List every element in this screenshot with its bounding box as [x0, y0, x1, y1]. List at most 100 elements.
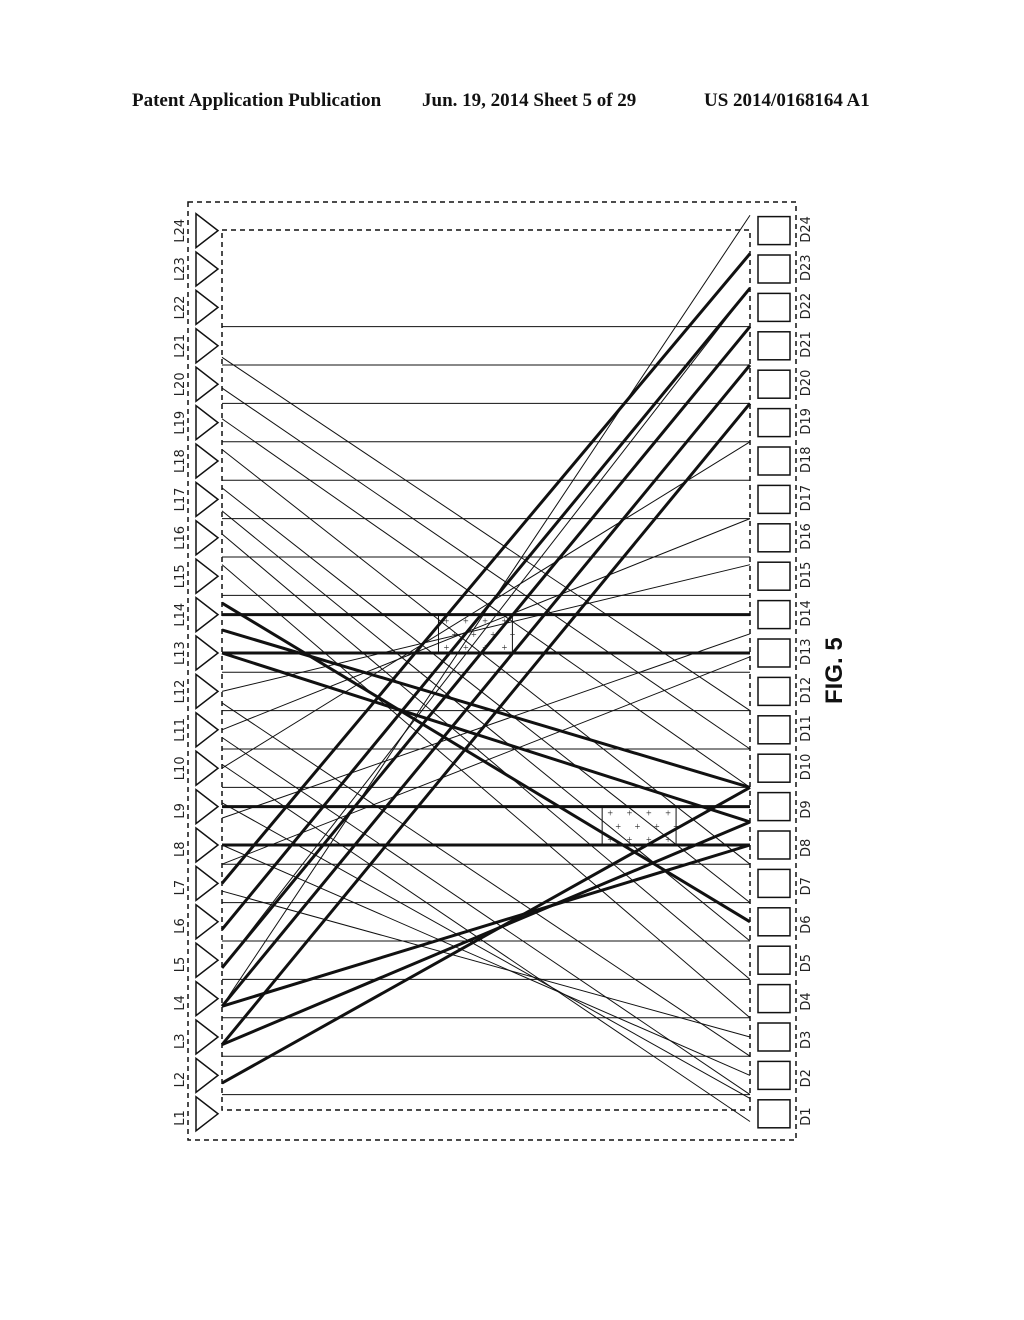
- triangle-input-icon: [195, 1095, 220, 1133]
- figure-caption: FIG. 5: [821, 637, 848, 704]
- right-output-d17: D17: [757, 484, 814, 515]
- triangle-input-icon: [195, 442, 220, 480]
- square-output-icon: [757, 215, 791, 246]
- plus-mark: +: [444, 643, 450, 654]
- triangle-input-icon: [195, 672, 220, 710]
- left-label: L14: [173, 603, 188, 627]
- left-input-l18: L18: [173, 442, 220, 480]
- left-input-l12: L12: [173, 672, 220, 710]
- right-label: D9: [799, 800, 814, 818]
- square-output-icon: [757, 561, 791, 591]
- square-output-icon: [757, 830, 791, 860]
- right-output-d11: D11: [757, 715, 814, 745]
- left-label: L13: [173, 641, 188, 665]
- right-output-d15: D15: [757, 561, 814, 591]
- left-label: L15: [173, 564, 188, 588]
- left-label: L8: [173, 841, 188, 857]
- left-input-l13: L13: [173, 634, 220, 672]
- plus-mark: +: [646, 835, 652, 846]
- right-output-d24: D24: [757, 215, 814, 246]
- plus-mark: +: [463, 643, 469, 654]
- square-output-icon: [757, 1022, 791, 1052]
- left-label: L17: [173, 488, 188, 512]
- right-label: D8: [799, 839, 814, 857]
- right-output-d19: D19: [757, 407, 814, 438]
- triangle-input-icon: [195, 327, 220, 365]
- triangle-input-icon: [195, 365, 220, 403]
- square-output-icon: [757, 292, 791, 323]
- triangle-input-icon: [195, 212, 220, 250]
- plus-mark: +: [482, 643, 488, 654]
- right-label: D11: [799, 715, 814, 742]
- left-label: L18: [173, 449, 188, 473]
- left-label: L3: [173, 1033, 188, 1049]
- right-label: D21: [799, 331, 814, 358]
- right-label: D16: [799, 523, 814, 550]
- right-output-d10: D10: [757, 753, 814, 783]
- right-output-d16: D16: [757, 523, 814, 553]
- plus-mark: +: [463, 617, 469, 628]
- left-input-l2: L2: [173, 1056, 220, 1094]
- plus-mark: +: [615, 822, 621, 833]
- right-label: D3: [799, 1031, 814, 1049]
- right-output-d2: D2: [757, 1060, 814, 1091]
- plus-mark: +: [471, 630, 477, 641]
- left-input-l17: L17: [173, 480, 220, 518]
- plus-mark: +: [673, 822, 679, 833]
- left-input-l1: L1: [173, 1095, 220, 1133]
- plus-mark: +: [607, 809, 613, 820]
- square-output-icon: [757, 791, 791, 822]
- thick-signal-line: [220, 364, 752, 1008]
- right-output-d8: D8: [757, 830, 814, 860]
- plus-mark: +: [502, 643, 508, 654]
- thin-signal-line: [221, 449, 751, 865]
- thick-signal-line: [220, 402, 752, 1046]
- square-output-icon: [757, 1060, 791, 1091]
- thin-signal-line: [221, 356, 751, 712]
- thin-signal-line: [221, 633, 751, 819]
- right-label: D23: [799, 254, 814, 281]
- left-input-l9: L9: [173, 788, 220, 826]
- triangle-input-icon: [195, 596, 220, 634]
- plus-mark: +: [490, 630, 496, 641]
- triangle-input-icon: [195, 404, 220, 442]
- thin-signal-line: [221, 418, 751, 788]
- left-input-l10: L10: [173, 749, 220, 787]
- right-output-d7: D7: [757, 868, 814, 899]
- left-input-l5: L5: [173, 941, 220, 979]
- left-input-l16: L16: [173, 519, 220, 557]
- inner-dashed-boundary: [221, 229, 751, 1111]
- right-output-d12: D12: [757, 676, 814, 707]
- plus-mark: +: [646, 809, 652, 820]
- left-label: L21: [173, 334, 188, 358]
- triangle-input-icon: [195, 864, 220, 902]
- left-input-l19: L19: [173, 404, 220, 442]
- plus-mark: +: [452, 630, 458, 641]
- plus-mark: +: [665, 809, 671, 820]
- triangle-input-icon: [195, 288, 220, 326]
- square-output-icon: [757, 484, 791, 515]
- left-input-l8: L8: [173, 826, 220, 864]
- left-input-l14: L14: [173, 596, 220, 634]
- plus-mark: +: [654, 822, 660, 833]
- left-input-l11: L11: [173, 711, 220, 749]
- square-output-icon: [757, 254, 791, 284]
- right-output-d22: D22: [757, 292, 814, 323]
- plus-mark: +: [502, 617, 508, 628]
- right-output-d6: D6: [757, 907, 814, 937]
- thin-signal-line: [221, 441, 751, 769]
- right-label: D18: [799, 446, 814, 473]
- left-label: L20: [173, 372, 188, 396]
- square-output-icon: [757, 983, 791, 1014]
- left-input-l23: L23: [173, 250, 220, 288]
- left-label: L9: [173, 803, 188, 819]
- right-label: D7: [799, 877, 814, 895]
- triangle-input-icon: [195, 519, 220, 557]
- plus-mark: +: [665, 835, 671, 846]
- figure-diagram: + + + ++ + + ++ + + ++ + + ++ + + ++ + + + L1L2L3L4L5L6L7L…: [173, 201, 848, 1141]
- triangle-input-icon: [195, 826, 220, 864]
- left-label: L6: [173, 918, 188, 934]
- left-label: L2: [173, 1072, 188, 1088]
- left-label: L7: [173, 880, 188, 896]
- right-label: D24: [799, 216, 814, 243]
